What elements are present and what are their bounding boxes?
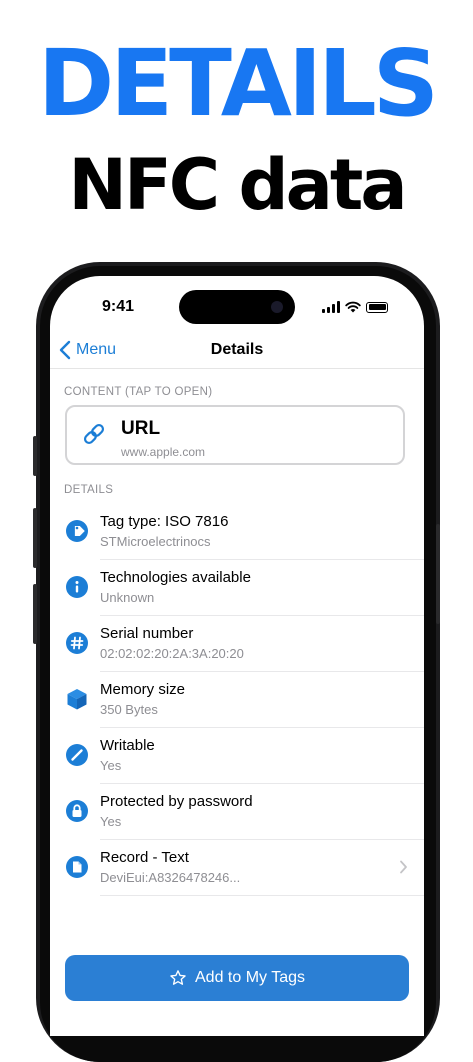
detail-row-record-text[interactable]: Record - Text DeviEui:A8326478246...: [50, 840, 424, 896]
status-icons: [322, 300, 388, 314]
content-title: URL: [121, 418, 161, 439]
content-url: www.apple.com: [121, 445, 206, 459]
row-title: Technologies available: [100, 569, 251, 586]
row-title: Protected by password: [100, 793, 253, 810]
tag-icon: [66, 520, 88, 542]
status-time: 9:41: [102, 298, 135, 315]
details-list: Tag type: ISO 7816 STMicroelectrinocs Te…: [50, 504, 424, 896]
pencil-icon: [66, 744, 88, 766]
content-section-label: CONTENT (TAP TO OPEN): [64, 386, 213, 398]
row-value: Yes: [100, 758, 122, 773]
phone-power-button: [436, 524, 440, 624]
promo-subheadline: NFC data: [68, 144, 407, 226]
number-icon: [66, 632, 88, 654]
row-title: Tag type: ISO 7816: [100, 513, 229, 530]
wifi-icon: [345, 301, 361, 313]
row-value: 350 Bytes: [100, 702, 158, 717]
phone-side-button: [33, 436, 37, 476]
dynamic-island: [179, 290, 295, 324]
detail-row-serial-number[interactable]: Serial number 02:02:02:20:2A:3A:20:20: [50, 616, 424, 672]
row-title: Record - Text: [100, 849, 189, 866]
add-button-label: Add to My Tags: [195, 969, 305, 986]
link-icon: [83, 423, 105, 445]
row-title: Memory size: [100, 681, 186, 698]
navbar-divider: [50, 368, 424, 369]
star-icon: [170, 970, 186, 985]
row-value: Unknown: [100, 590, 155, 605]
lock-icon: [66, 800, 88, 822]
row-value: STMicroelectrinocs: [100, 534, 211, 549]
promo-headline: DETAILS: [37, 30, 439, 137]
row-divider: [100, 895, 424, 896]
detail-row-technologies[interactable]: Technologies available Unknown: [50, 560, 424, 616]
row-value: DeviEui:A8326478246...: [100, 870, 241, 885]
info-icon: [66, 576, 88, 598]
navigation-bar: Menu Details: [50, 336, 424, 368]
row-title: Writable: [100, 737, 155, 754]
phone-side-button: [33, 584, 37, 644]
row-value: Yes: [100, 814, 122, 829]
detail-row-writable[interactable]: Writable Yes: [50, 728, 424, 784]
detail-row-tag-type[interactable]: Tag type: ISO 7816 STMicroelectrinocs: [50, 504, 424, 560]
battery-icon: [366, 301, 388, 313]
phone-side-button: [33, 508, 37, 568]
detail-row-memory-size[interactable]: Memory size 350 Bytes: [50, 672, 424, 728]
details-section-label: DETAILS: [64, 484, 114, 496]
phone-screen: 9:41 Menu Details CONTENT (TAP TO OPEN) …: [50, 276, 424, 1036]
detail-row-password[interactable]: Protected by password Yes: [50, 784, 424, 840]
row-title: Serial number: [100, 625, 194, 642]
page-title: Details: [210, 341, 264, 358]
add-to-my-tags-button[interactable]: Add to My Tags: [65, 955, 409, 1001]
camera-dot: [271, 301, 283, 313]
document-icon: [66, 856, 88, 878]
cellular-signal-icon: [322, 301, 340, 313]
cube-icon: [67, 689, 87, 710]
chevron-right-icon: [400, 860, 407, 874]
row-value: 02:02:02:20:2A:3A:20:20: [100, 646, 244, 661]
content-url-card[interactable]: URL www.apple.com: [65, 405, 405, 465]
